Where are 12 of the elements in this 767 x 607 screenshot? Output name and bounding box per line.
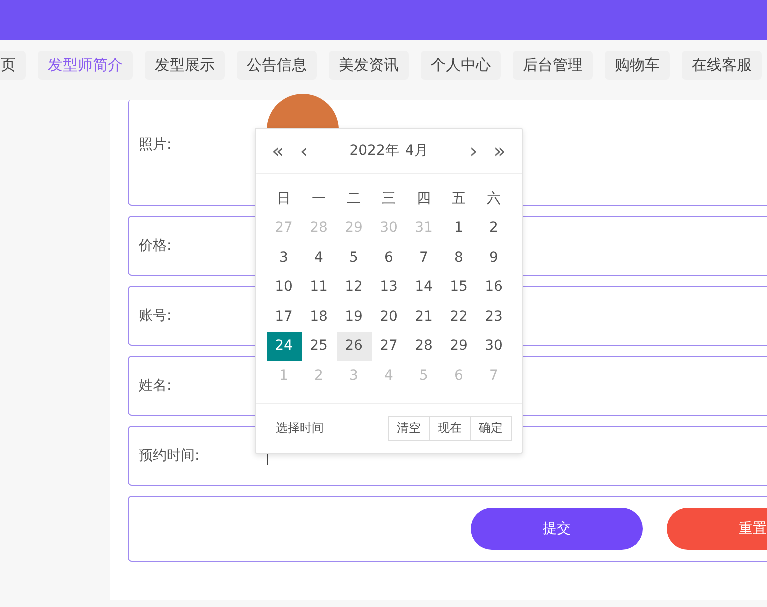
weekday-label: 三 [381, 190, 397, 209]
weekday-label: 日 [276, 190, 292, 209]
field-label: 价格: [139, 237, 173, 255]
field-label: 照片: [139, 136, 173, 154]
weekday-label: 六 [486, 190, 502, 209]
field-label: 预约时间: [139, 447, 201, 465]
field-label: 账号: [139, 307, 173, 325]
weekday-label: 一 [311, 190, 327, 209]
weekday-label: 二 [346, 190, 362, 209]
field-label: 姓名: [139, 377, 173, 395]
weekday-label: 四 [416, 190, 432, 209]
weekday-label: 五 [451, 190, 467, 209]
